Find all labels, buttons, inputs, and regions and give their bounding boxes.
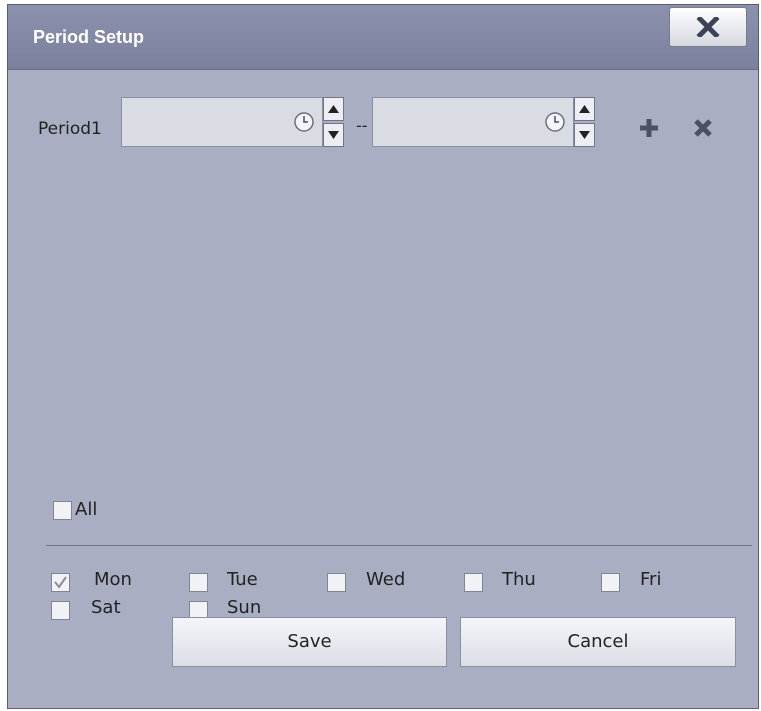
end-time-input[interactable]	[372, 97, 574, 147]
title-bar: Period Setup	[8, 5, 758, 70]
mon-checkbox[interactable]	[51, 573, 70, 592]
thu-checkbox[interactable]	[464, 573, 483, 592]
triangle-up-icon	[579, 105, 590, 113]
triangle-down-icon	[579, 131, 590, 139]
mon-label: Mon	[94, 569, 132, 590]
sat-checkbox[interactable]	[51, 601, 70, 620]
cancel-button[interactable]: Cancel	[460, 617, 736, 667]
triangle-down-icon	[328, 131, 339, 139]
close-icon	[696, 17, 720, 37]
all-checkbox[interactable]	[53, 501, 72, 520]
period-separator: --	[356, 116, 368, 135]
checkmark-icon	[54, 576, 67, 589]
triangle-up-icon	[328, 105, 339, 113]
end-time-up-button[interactable]	[574, 97, 595, 121]
wed-checkbox[interactable]	[327, 573, 346, 592]
all-checkbox-label: All	[75, 499, 98, 520]
dialog-title: Period Setup	[33, 27, 145, 47]
start-time-input[interactable]	[121, 97, 323, 147]
fri-label: Fri	[640, 569, 662, 590]
plus-icon[interactable]	[639, 118, 659, 138]
tue-label: Tue	[227, 569, 258, 590]
start-time-down-button[interactable]	[323, 123, 344, 147]
save-button[interactable]: Save	[172, 617, 447, 667]
tue-checkbox[interactable]	[189, 573, 208, 592]
thu-label: Thu	[502, 569, 536, 590]
start-time-up-button[interactable]	[323, 97, 344, 121]
x-icon[interactable]	[693, 118, 713, 138]
clock-icon	[294, 112, 314, 132]
fri-checkbox[interactable]	[601, 573, 620, 592]
period-label: Period1	[38, 119, 102, 139]
divider	[46, 545, 752, 546]
end-time-down-button[interactable]	[574, 123, 595, 147]
wed-label: Wed	[366, 569, 406, 590]
period-setup-dialog: Period Setup Period1 -- All Mon Tue Wed …	[7, 4, 759, 709]
end-time-spinner[interactable]	[574, 97, 595, 147]
sat-label: Sat	[91, 597, 121, 618]
sun-label: Sun	[227, 597, 262, 618]
start-time-spinner[interactable]	[323, 97, 344, 147]
close-button[interactable]	[669, 7, 747, 47]
clock-icon	[545, 112, 565, 132]
